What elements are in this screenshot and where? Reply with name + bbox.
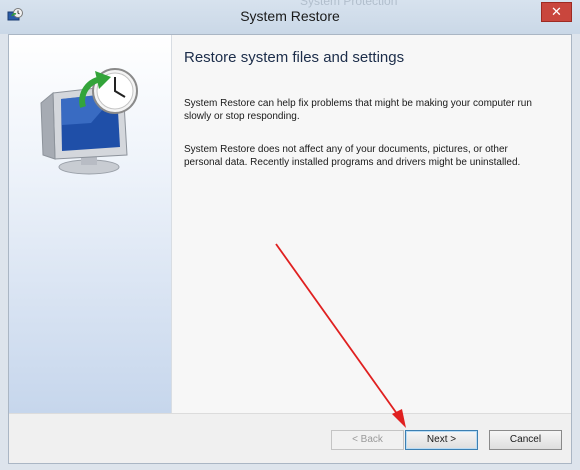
wizard-sidebar	[9, 35, 171, 413]
window-title: System Restore	[240, 8, 340, 24]
title-bar[interactable]: System Protection System Restore ✕	[0, 0, 580, 34]
next-button[interactable]: Next >	[405, 430, 478, 450]
system-restore-window: System Protection System Restore ✕ Resto…	[0, 0, 580, 470]
wizard-main-panel: Restore system files and settings System…	[171, 35, 571, 413]
wizard-client-area: Restore system files and settings System…	[8, 34, 572, 464]
cancel-button[interactable]: Cancel	[489, 430, 562, 450]
page-title: Restore system files and settings	[184, 49, 405, 66]
close-icon: ✕	[551, 4, 562, 19]
wizard-button-bar: < Back Next > Cancel	[9, 413, 571, 463]
monitor-clock-restore-icon	[40, 68, 138, 175]
back-button[interactable]: < Back	[331, 430, 404, 450]
close-button[interactable]: ✕	[541, 2, 572, 22]
description-paragraph-1: System Restore can help fix problems tha…	[184, 98, 532, 122]
description-paragraph-2: System Restore does not affect any of yo…	[184, 144, 521, 168]
background-window-title: System Protection	[300, 0, 398, 8]
